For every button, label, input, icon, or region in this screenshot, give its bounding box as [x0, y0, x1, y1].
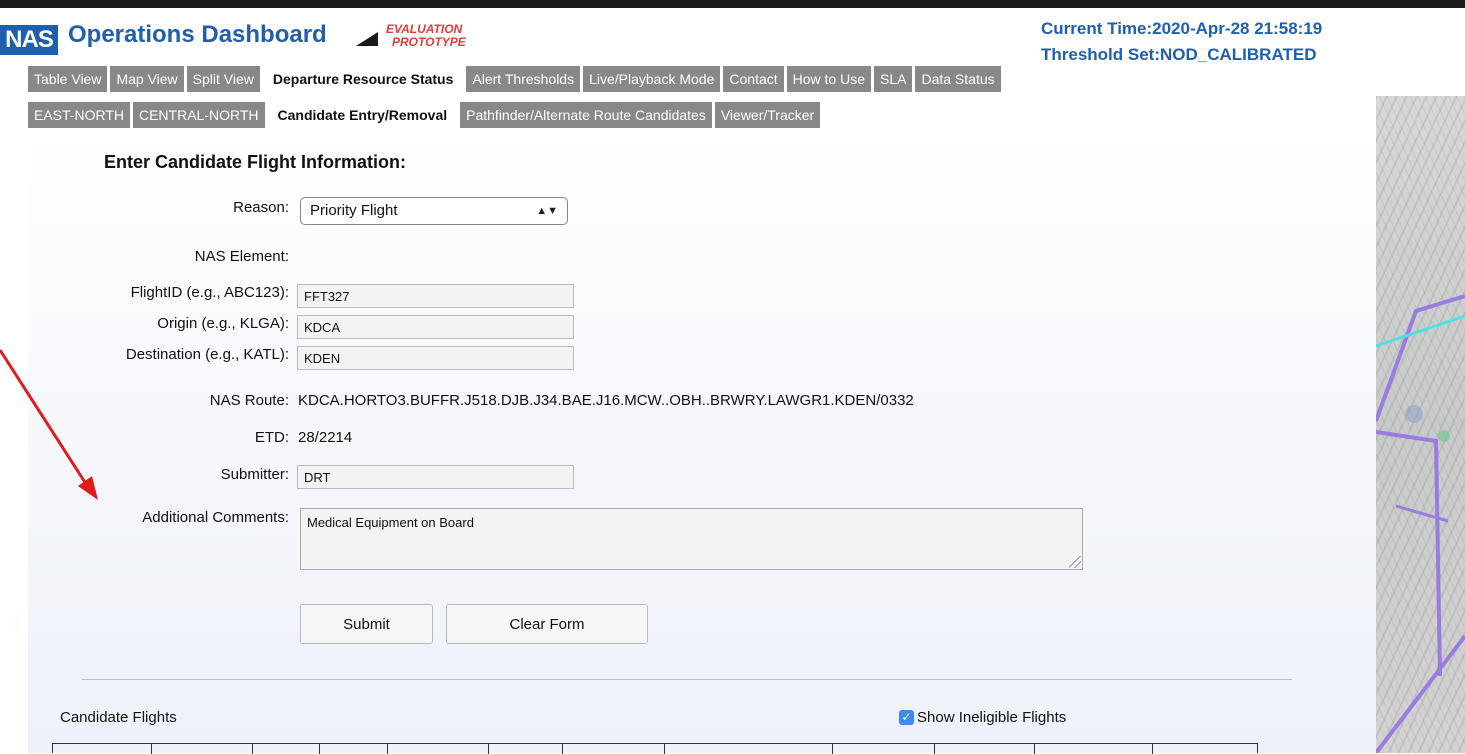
route-line-cyan: [1376, 314, 1465, 348]
main-tab-bar: Table View Map View Split View Departure Re…: [28, 66, 1004, 92]
route-line-purple-1: [1376, 294, 1465, 422]
submitter-field[interactable]: [297, 465, 574, 489]
weather-cell: [1405, 405, 1423, 423]
origin-label: Origin (e.g., KLGA):: [157, 315, 289, 332]
tab-contact[interactable]: Contact: [723, 66, 784, 92]
route-line-purple-3: [1376, 634, 1465, 753]
reason-select[interactable]: Priority Flight ▲▼: [300, 197, 568, 225]
clear-form-button[interactable]: Clear Form: [446, 604, 648, 644]
route-line-purple-4: [1395, 504, 1449, 523]
annotation-arrow: [0, 349, 98, 500]
candidate-entry-panel: [28, 128, 1376, 753]
tab-sla[interactable]: SLA: [874, 66, 913, 92]
origin-field[interactable]: [297, 315, 574, 339]
nas-element-label: NAS Element:: [194, 248, 289, 265]
subtab-viewer-tracker[interactable]: Viewer/Tracker: [714, 102, 821, 128]
form-heading: Enter Candidate Flight Information:: [104, 152, 406, 172]
tab-data-status[interactable]: Data Status: [915, 66, 1001, 92]
show-ineligible-checkbox[interactable]: ✓: [899, 710, 914, 725]
subtab-central-north[interactable]: CENTRAL-NORTH: [132, 102, 265, 128]
reason-select-value: Priority Flight: [310, 202, 398, 219]
section-divider: [82, 679, 1292, 680]
nas-route-value: KDCA.HORTO3.BUFFR.J518.DJB.J34.BAE.J16.M…: [298, 392, 914, 409]
subtab-candidate-entry-removal[interactable]: Candidate Entry/Removal: [267, 102, 458, 128]
app-header: NAS Operations Dashboard EVALUATION PROT…: [0, 8, 1465, 66]
reason-label: Reason:: [233, 199, 289, 216]
tab-departure-resource-status[interactable]: Departure Resource Status: [262, 66, 464, 92]
resize-grip-icon[interactable]: [1069, 556, 1081, 568]
flightid-label: FlightID (e.g., ABC123):: [130, 284, 289, 301]
submitter-label: Submitter:: [220, 466, 289, 483]
weather-cell-green: [1438, 430, 1450, 442]
candidate-flights-table-header: [52, 743, 1258, 754]
nas-route-label: NAS Route:: [209, 392, 289, 409]
checkmark-icon: ✓: [901, 710, 912, 724]
annotation-arrowhead-icon: [78, 476, 98, 500]
prototype-label: PROTOTYPE: [392, 35, 466, 49]
map-preview-panel[interactable]: [1376, 96, 1465, 753]
flightid-field[interactable]: [297, 284, 574, 308]
threshold-set: Threshold Set:NOD_CALIBRATED: [1041, 45, 1317, 64]
tab-live-playback-mode[interactable]: Live/Playback Mode: [583, 66, 721, 92]
submit-button[interactable]: Submit: [300, 604, 433, 644]
wedge-logo-icon: [356, 32, 378, 46]
top-black-bar: [0, 0, 1465, 8]
etd-label: ETD:: [254, 429, 289, 446]
tab-alert-thresholds[interactable]: Alert Thresholds: [466, 66, 581, 92]
etd-value: 28/2214: [298, 429, 353, 446]
map-route-overlay: [1376, 294, 1465, 753]
comments-label: Additional Comments:: [142, 509, 289, 526]
comments-textarea[interactable]: Medical Equipment on Board: [300, 508, 1083, 570]
destination-field[interactable]: [297, 346, 574, 370]
current-time: Current Time:2020-Apr-28 21:58:19: [1041, 19, 1323, 38]
tab-split-view[interactable]: Split View: [186, 66, 260, 92]
subtab-pathfinder-alternate-route-candidates[interactable]: Pathfinder/Alternate Route Candidates: [460, 102, 712, 128]
destination-label: Destination (e.g., KATL):: [125, 346, 289, 363]
candidate-flights-title: Candidate Flights: [60, 709, 177, 726]
route-line-purple-2: [1376, 430, 1442, 677]
updown-arrows-icon: ▲▼: [536, 205, 558, 217]
tab-how-to-use[interactable]: How to Use: [786, 66, 871, 92]
show-ineligible-label[interactable]: Show Ineligible Flights: [917, 709, 1066, 726]
sub-tab-bar: EAST-NORTH CENTRAL-NORTH Candidate Entry/R…: [28, 102, 823, 128]
annotation-arrow-line: [0, 349, 90, 488]
